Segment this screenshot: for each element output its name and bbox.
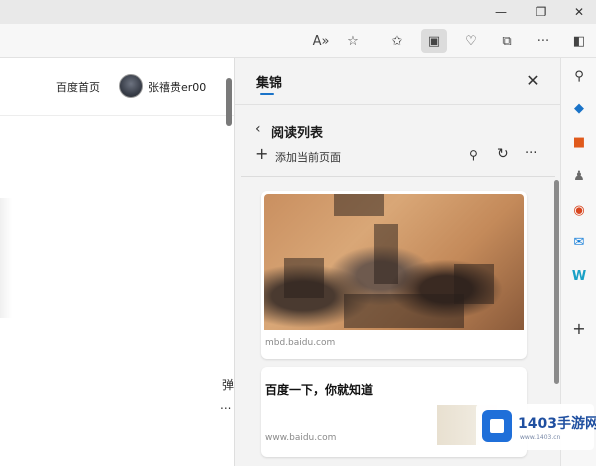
browser-toolbar: A» ☆ ✩ ▣ ♡ ⧉ ··· ◧ bbox=[0, 24, 596, 58]
more-options-icon[interactable]: ··· bbox=[525, 146, 537, 161]
page-edge-shade bbox=[0, 198, 12, 318]
favorite-star-icon[interactable]: ☆ bbox=[340, 29, 366, 53]
panel-scrollbar[interactable] bbox=[554, 180, 559, 384]
watermark-logo-icon bbox=[482, 410, 512, 442]
collection-item[interactable]: mbd.baidu.com bbox=[261, 191, 527, 359]
site-watermark: 1403手游网 www.1403.cn bbox=[476, 404, 596, 450]
web-page: 百度首页 张禧贵er00 弹 ... bbox=[0, 58, 234, 466]
maximize-button[interactable]: ❐ bbox=[526, 0, 556, 24]
page-text-ellipsis: ... bbox=[220, 398, 232, 412]
add-current-page-button[interactable]: 添加当前页面 bbox=[275, 149, 341, 165]
search-icon[interactable]: ⚲ bbox=[469, 148, 478, 162]
plus-icon[interactable]: + bbox=[255, 144, 268, 163]
page-header: 百度首页 张禧贵er00 bbox=[0, 58, 234, 116]
shopping-tag-icon[interactable]: ◆ bbox=[569, 98, 589, 118]
title-bar: — ❐ ✕ bbox=[0, 0, 596, 24]
watermark-text: 1403手游网 bbox=[518, 416, 596, 432]
sidebar-toggle-icon[interactable]: ◧ bbox=[566, 29, 592, 53]
nav-home-link[interactable]: 百度首页 bbox=[56, 79, 100, 95]
close-icon[interactable]: ✕ bbox=[523, 70, 543, 90]
close-window-button[interactable]: ✕ bbox=[564, 0, 594, 24]
minimize-button[interactable]: — bbox=[486, 0, 516, 24]
panel-divider bbox=[235, 104, 561, 105]
screenshot-icon[interactable]: ⧉ bbox=[494, 29, 520, 53]
list-separator bbox=[241, 176, 555, 177]
item-thumbnail-image bbox=[264, 194, 524, 330]
page-text-snippet: 弹 bbox=[222, 378, 235, 392]
toolbox-icon[interactable]: ■ bbox=[569, 132, 589, 152]
item-domain: www.baidu.com bbox=[265, 433, 337, 443]
panel-title: 集锦 bbox=[256, 76, 283, 91]
search-icon[interactable]: ⚲ bbox=[569, 66, 589, 86]
reading-list-title: 阅读列表 bbox=[271, 126, 324, 141]
page-scrollbar[interactable] bbox=[226, 78, 232, 126]
collections-icon[interactable]: ▣ bbox=[421, 29, 447, 53]
avatar[interactable] bbox=[119, 74, 143, 98]
outlook-icon[interactable]: ✉ bbox=[569, 232, 589, 252]
add-sidebar-app-icon[interactable]: + bbox=[569, 318, 589, 338]
office-icon[interactable]: ◉ bbox=[569, 200, 589, 220]
browser-essentials-icon[interactable]: ♡ bbox=[458, 29, 484, 53]
more-icon[interactable]: ··· bbox=[530, 29, 556, 53]
back-chevron-icon[interactable]: ‹ bbox=[255, 121, 261, 137]
read-aloud-icon[interactable]: A» bbox=[308, 29, 334, 53]
item-title: 百度一下，你就知道 bbox=[265, 383, 374, 397]
panel-title-underline bbox=[260, 93, 274, 95]
item-domain: mbd.baidu.com bbox=[265, 338, 336, 348]
favorites-icon[interactable]: ✩ bbox=[384, 29, 410, 53]
drop-icon[interactable]: W bbox=[569, 266, 589, 286]
watermark-url: www.1403.cn bbox=[520, 434, 561, 441]
username-link[interactable]: 张禧贵er00 bbox=[148, 79, 206, 95]
games-icon[interactable]: ♟ bbox=[569, 166, 589, 186]
refresh-icon[interactable]: ↻ bbox=[497, 146, 509, 162]
